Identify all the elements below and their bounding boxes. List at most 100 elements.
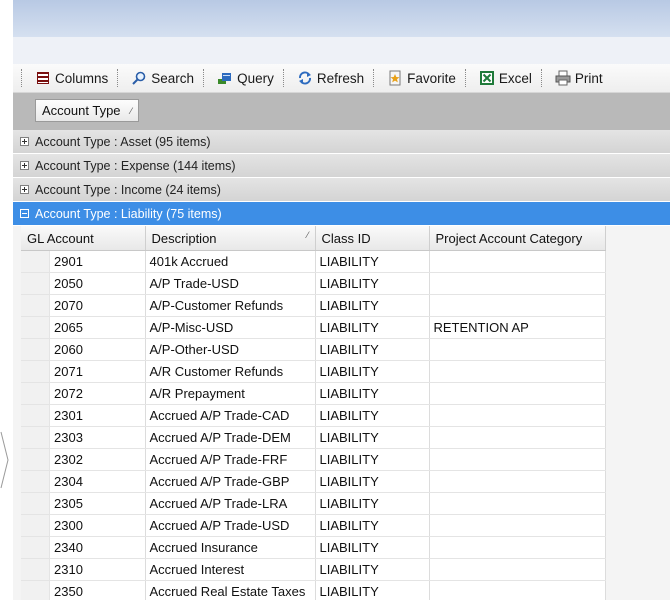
cell-description[interactable]: Accrued A/P Trade-USD: [145, 514, 316, 537]
cell-gl-account[interactable]: 2072: [21, 382, 146, 405]
table-row[interactable]: 2901 401k Accrued LIABILITY: [21, 250, 606, 273]
cell-gl-account[interactable]: 2350: [21, 580, 146, 600]
cell-project-account-category[interactable]: [429, 338, 606, 361]
cell-description[interactable]: Accrued A/P Trade-CAD: [145, 404, 316, 427]
cell-description[interactable]: A/R Customer Refunds: [145, 360, 316, 383]
cell-gl-account[interactable]: 2050: [21, 272, 146, 295]
table-row[interactable]: 2302 Accrued A/P Trade-FRF LIABILITY: [21, 448, 606, 471]
table-row[interactable]: 2340 Accrued Insurance LIABILITY: [21, 536, 606, 559]
cell-description[interactable]: A/P-Customer Refunds: [145, 294, 316, 317]
cell-gl-account[interactable]: 2304: [21, 470, 146, 493]
table-row[interactable]: 2350 Accrued Real Estate Taxes LIABILITY: [21, 580, 606, 600]
group-row-expense[interactable]: Account Type : Expense (144 items): [13, 154, 670, 178]
expand-plus-icon[interactable]: [20, 161, 29, 170]
cell-gl-account[interactable]: 2303: [21, 426, 146, 449]
print-button[interactable]: Print: [552, 67, 606, 89]
cell-gl-account[interactable]: 2071: [21, 360, 146, 383]
cell-class-id[interactable]: LIABILITY: [315, 272, 430, 295]
table-row[interactable]: 2305 Accrued A/P Trade-LRA LIABILITY: [21, 492, 606, 515]
cell-gl-account[interactable]: 2305: [21, 492, 146, 515]
cell-description[interactable]: Accrued Insurance: [145, 536, 316, 559]
cell-gl-account[interactable]: 2070: [21, 294, 146, 317]
table-row[interactable]: 2060 A/P-Other-USD LIABILITY: [21, 338, 606, 361]
cell-description[interactable]: Accrued A/P Trade-GBP: [145, 470, 316, 493]
cell-class-id[interactable]: LIABILITY: [315, 536, 430, 559]
columns-button[interactable]: Columns: [32, 67, 111, 89]
cell-class-id[interactable]: LIABILITY: [315, 360, 430, 383]
cell-class-id[interactable]: LIABILITY: [315, 426, 430, 449]
cell-project-account-category[interactable]: RETENTION AP: [429, 316, 606, 339]
table-row[interactable]: 2070 A/P-Customer Refunds LIABILITY: [21, 294, 606, 317]
cell-gl-account[interactable]: 2300: [21, 514, 146, 537]
cell-class-id[interactable]: LIABILITY: [315, 250, 430, 273]
cell-class-id[interactable]: LIABILITY: [315, 404, 430, 427]
cell-class-id[interactable]: LIABILITY: [315, 514, 430, 537]
column-header-description[interactable]: Description ⁄: [145, 226, 316, 251]
cell-description[interactable]: Accrued A/P Trade-LRA: [145, 492, 316, 515]
cell-project-account-category[interactable]: [429, 426, 606, 449]
table-row[interactable]: 2310 Accrued Interest LIABILITY: [21, 558, 606, 581]
group-by-chip-account-type[interactable]: Account Type ⁄: [35, 99, 140, 122]
refresh-button[interactable]: Refresh: [294, 67, 367, 89]
cell-class-id[interactable]: LIABILITY: [315, 294, 430, 317]
cell-gl-account[interactable]: 2901: [21, 250, 146, 273]
cell-project-account-category[interactable]: [429, 470, 606, 493]
favorite-button[interactable]: Favorite: [384, 67, 459, 89]
expand-plus-icon[interactable]: [20, 185, 29, 194]
cell-project-account-category[interactable]: [429, 448, 606, 471]
table-row[interactable]: 2072 A/R Prepayment LIABILITY: [21, 382, 606, 405]
cell-description[interactable]: A/P-Other-USD: [145, 338, 316, 361]
cell-project-account-category[interactable]: [429, 382, 606, 405]
cell-class-id[interactable]: LIABILITY: [315, 382, 430, 405]
group-row-liability[interactable]: Account Type : Liability (75 items): [13, 202, 670, 226]
cell-project-account-category[interactable]: [429, 360, 606, 383]
cell-description[interactable]: Accrued Interest: [145, 558, 316, 581]
table-row[interactable]: 2071 A/R Customer Refunds LIABILITY: [21, 360, 606, 383]
cell-class-id[interactable]: LIABILITY: [315, 580, 430, 600]
expand-plus-icon[interactable]: [20, 137, 29, 146]
cell-gl-account[interactable]: 2065: [21, 316, 146, 339]
cell-class-id[interactable]: LIABILITY: [315, 338, 430, 361]
cell-class-id[interactable]: LIABILITY: [315, 492, 430, 515]
table-row[interactable]: 2304 Accrued A/P Trade-GBP LIABILITY: [21, 470, 606, 493]
group-row-income[interactable]: Account Type : Income (24 items): [13, 178, 670, 202]
cell-description[interactable]: Accrued A/P Trade-DEM: [145, 426, 316, 449]
cell-class-id[interactable]: LIABILITY: [315, 316, 430, 339]
cell-project-account-category[interactable]: [429, 492, 606, 515]
cell-class-id[interactable]: LIABILITY: [315, 558, 430, 581]
cell-gl-account[interactable]: 2060: [21, 338, 146, 361]
cell-class-id[interactable]: LIABILITY: [315, 470, 430, 493]
cell-description[interactable]: Accrued Real Estate Taxes: [145, 580, 316, 600]
collapse-minus-icon[interactable]: [20, 209, 29, 218]
table-row[interactable]: 2065 A/P-Misc-USD LIABILITY RETENTION AP: [21, 316, 606, 339]
table-row[interactable]: 2303 Accrued A/P Trade-DEM LIABILITY: [21, 426, 606, 449]
cell-project-account-category[interactable]: [429, 558, 606, 581]
excel-button[interactable]: Excel: [476, 67, 535, 89]
cell-project-account-category[interactable]: [429, 272, 606, 295]
table-row[interactable]: 2300 Accrued A/P Trade-USD LIABILITY: [21, 514, 606, 537]
cell-description[interactable]: A/P Trade-USD: [145, 272, 316, 295]
cell-description[interactable]: Accrued A/P Trade-FRF: [145, 448, 316, 471]
search-button[interactable]: Search: [128, 67, 197, 89]
cell-project-account-category[interactable]: [429, 580, 606, 600]
cell-description[interactable]: A/R Prepayment: [145, 382, 316, 405]
cell-project-account-category[interactable]: [429, 514, 606, 537]
cell-project-account-category[interactable]: [429, 536, 606, 559]
cell-description[interactable]: 401k Accrued: [145, 250, 316, 273]
cell-project-account-category[interactable]: [429, 294, 606, 317]
group-row-asset[interactable]: Account Type : Asset (95 items): [13, 130, 670, 154]
cell-gl-account[interactable]: 2340: [21, 536, 146, 559]
table-row[interactable]: 2301 Accrued A/P Trade-CAD LIABILITY: [21, 404, 606, 427]
cell-project-account-category[interactable]: [429, 250, 606, 273]
splitter-chevron-icon[interactable]: [0, 430, 10, 490]
query-button[interactable]: Query: [214, 67, 277, 89]
table-row[interactable]: 2050 A/P Trade-USD LIABILITY: [21, 272, 606, 295]
cell-gl-account[interactable]: 2301: [21, 404, 146, 427]
cell-gl-account[interactable]: 2310: [21, 558, 146, 581]
column-header-project-account-category[interactable]: Project Account Category: [429, 226, 606, 251]
column-header-class-id[interactable]: Class ID: [315, 226, 430, 251]
cell-description[interactable]: A/P-Misc-USD: [145, 316, 316, 339]
cell-project-account-category[interactable]: [429, 404, 606, 427]
cell-class-id[interactable]: LIABILITY: [315, 448, 430, 471]
cell-gl-account[interactable]: 2302: [21, 448, 146, 471]
